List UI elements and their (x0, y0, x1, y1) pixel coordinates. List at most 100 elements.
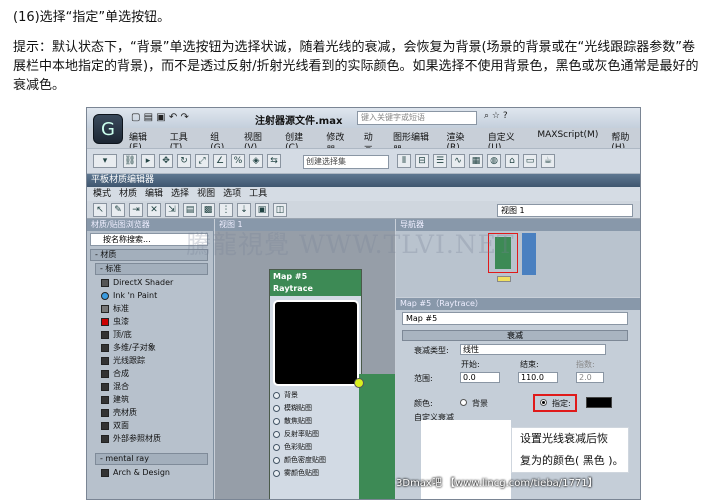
list-item[interactable]: 虫漆 (97, 316, 208, 328)
menu-modifiers[interactable]: 修改器 (326, 130, 350, 156)
watermark: 騰龍視覺 WWW.TLVI.NET (186, 230, 515, 259)
menu-options[interactable]: 选项 (223, 187, 241, 201)
menu-create[interactable]: 创建(C) (285, 130, 313, 153)
layout-children-icon[interactable]: ⇣ (237, 203, 251, 217)
menu-help[interactable]: 帮助(H) (611, 130, 640, 153)
node-slot[interactable]: 色彩贴图 (272, 442, 360, 453)
align-icon[interactable]: ⊟ (415, 154, 429, 168)
menu-view-2[interactable]: 视图 (197, 187, 215, 201)
pick-icon[interactable]: ↖ (93, 203, 107, 217)
render-frame-icon[interactable]: ▭ (523, 154, 537, 168)
menu-customize[interactable]: 自定义(U) (488, 130, 525, 153)
group-standard[interactable]: - 标准 (95, 263, 208, 275)
view-dropdown[interactable]: 视图 1 (497, 204, 633, 217)
curve-editor-icon[interactable]: ∿ (451, 154, 465, 168)
menu-edit-2[interactable]: 编辑 (145, 187, 163, 201)
assign-icon[interactable]: ⇥ (129, 203, 143, 217)
falloff-rollout[interactable]: 衰减 (402, 330, 628, 341)
mirror-icon[interactable]: ⇆ (267, 154, 281, 168)
background-icon[interactable]: ▩ (201, 203, 215, 217)
output-socket[interactable] (354, 378, 364, 388)
selection-set-dropdown[interactable]: 创建选择集 (303, 155, 389, 169)
app-logo[interactable]: G (93, 114, 123, 144)
background-radio[interactable] (460, 399, 467, 406)
menu-animation[interactable]: 动画 (364, 130, 380, 156)
node-slot[interactable]: 模糊贴图 (272, 403, 360, 414)
list-item[interactable]: 混合 (97, 381, 208, 393)
connected-node[interactable] (359, 374, 395, 499)
menu-select[interactable]: 选择 (171, 187, 189, 201)
undo-dropdown-icon[interactable]: ▾ (93, 154, 117, 168)
menu-views[interactable]: 视图(V) (244, 130, 272, 153)
link-icon[interactable]: ⛓ (123, 154, 137, 168)
layers-icon[interactable]: ☰ (433, 154, 447, 168)
list-item[interactable]: Ink 'n Paint (97, 290, 208, 302)
menu-maxscript[interactable]: MAXScript(M) (537, 130, 598, 146)
move-icon[interactable]: ✥ (159, 154, 173, 168)
show-map-icon[interactable]: ▤ (183, 203, 197, 217)
falloff-color-swatch[interactable] (586, 397, 612, 408)
raytrace-node[interactable]: Map #5 Raytrace 背景 模糊贴图 散焦贴图 反射率贴图 色彩贴图 颜… (269, 269, 362, 499)
menu-edit[interactable]: 编辑(E) (129, 130, 157, 153)
scale-icon[interactable]: ⤢ (195, 154, 209, 168)
start-field[interactable]: 0.0 (460, 372, 500, 383)
node-slot[interactable]: 反射率贴图 (272, 429, 360, 440)
move-children-icon[interactable]: ⇲ (165, 203, 179, 217)
layout-icon[interactable]: ⋮ (219, 203, 233, 217)
rotate-icon[interactable]: ↻ (177, 154, 191, 168)
list-item[interactable]: 顶/底 (97, 329, 208, 341)
delete-icon[interactable]: ✕ (147, 203, 161, 217)
schematic-icon[interactable]: ▦ (469, 154, 483, 168)
list-item[interactable]: 外部参照材质 (97, 433, 208, 445)
redo-icon[interactable]: ↷ (181, 112, 189, 123)
list-item[interactable]: 标准 (97, 303, 208, 315)
menu-material[interactable]: 材质 (119, 187, 137, 201)
menu-rendering[interactable]: 渲染(R) (447, 130, 475, 153)
save-icon[interactable]: ▣ (156, 112, 165, 123)
list-item[interactable]: 建筑 (97, 394, 208, 406)
exponent-field[interactable]: 2.0 (576, 372, 604, 383)
node-slot[interactable]: 颜色密度贴图 (272, 455, 360, 466)
render-setup-icon[interactable]: ⌂ (505, 154, 519, 168)
select-icon[interactable]: ▸ (141, 154, 155, 168)
list-item[interactable]: DirectX Shader (97, 277, 208, 289)
undo-icon[interactable]: ↶ (169, 112, 177, 123)
teapot-icon[interactable]: ☕ (541, 154, 555, 168)
params-icon[interactable]: ▣ (255, 203, 269, 217)
list-item[interactable]: Arch & Design (97, 467, 208, 479)
snap-icon[interactable]: ∠ (213, 154, 227, 168)
help-icon[interactable]: ? (503, 111, 508, 121)
menu-tools[interactable]: 工具(T) (170, 130, 198, 153)
star-icon[interactable]: ☆ (492, 111, 500, 121)
select-by-material-icon[interactable]: ◫ (273, 203, 287, 217)
search-icon[interactable]: ⌕ (484, 111, 489, 121)
list-item[interactable]: 双面 (97, 420, 208, 432)
map-name-field[interactable]: Map #5 (402, 312, 628, 325)
group-mental-ray[interactable]: - mental ray (95, 453, 208, 465)
menu-group[interactable]: 组(G) (210, 130, 231, 153)
spinner-snap-icon[interactable]: ◈ (249, 154, 263, 168)
specify-radio[interactable] (540, 399, 547, 406)
list-item[interactable]: 多维/子对象 (97, 342, 208, 354)
menu-mode[interactable]: 模式 (93, 187, 111, 201)
list-item[interactable]: 光线跟踪 (97, 355, 208, 367)
material-editor-title: 平板材质编辑器 (87, 174, 640, 187)
menu-utilities[interactable]: 工具 (249, 187, 267, 201)
eyedropper-icon[interactable]: ✎ (111, 203, 125, 217)
open-icon[interactable]: ▤ (144, 112, 153, 123)
search-input[interactable]: 键入关键字或短语 (357, 111, 477, 125)
menu-graph-editors[interactable]: 图形编辑器 (393, 130, 434, 156)
node-graph-view[interactable]: 视图 1 Map #5 Raytrace 背景 模糊贴图 散焦贴图 反射率贴图 色… (215, 219, 395, 499)
end-field[interactable]: 110.0 (518, 372, 558, 383)
list-item[interactable]: 壳材质 (97, 407, 208, 419)
new-icon[interactable]: ▢ (131, 112, 140, 123)
mirror-tool-icon[interactable]: ⫴ (397, 154, 411, 168)
node-slot[interactable]: 背景 (272, 390, 360, 401)
end-label: 结束: (520, 360, 539, 369)
percent-snap-icon[interactable]: % (231, 154, 245, 168)
node-slot[interactable]: 散焦贴图 (272, 416, 360, 427)
falloff-type-dropdown[interactable]: 线性 (460, 344, 606, 355)
node-slot[interactable]: 雾颜色贴图 (272, 468, 360, 479)
list-item[interactable]: 合成 (97, 368, 208, 380)
material-editor-icon[interactable]: ◍ (487, 154, 501, 168)
